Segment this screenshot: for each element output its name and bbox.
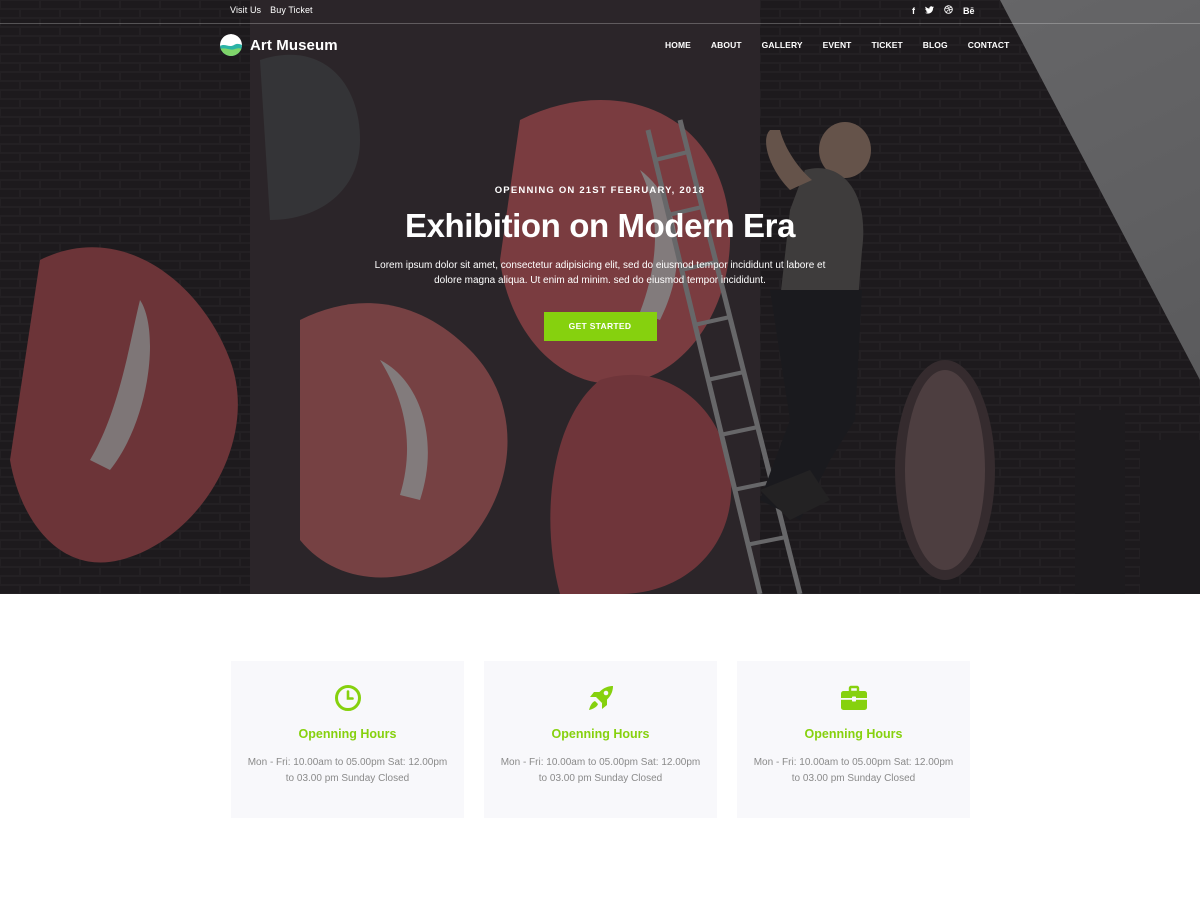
feature-text-line: Mon - Fri: 10.00am to 05.00pm Sat: 12.00…: [500, 757, 701, 768]
brand-name: Art Museum: [250, 36, 338, 54]
social-links: f Bē: [912, 5, 975, 17]
feature-title: Openning Hours: [551, 727, 650, 741]
feature-text-line: to 03.00 pm Sunday Closed: [538, 773, 663, 784]
nav-home[interactable]: HOME: [665, 40, 691, 50]
facebook-icon[interactable]: f: [912, 6, 915, 17]
feature-card: Openning Hours Mon - Fri: 10.00am to 05.…: [737, 661, 970, 818]
feature-text: Mon - Fri: 10.00am to 05.00pm Sat: 12.00…: [754, 755, 954, 787]
feature-card: Openning Hours Mon - Fri: 10.00am to 05.…: [231, 661, 464, 818]
nav-blog[interactable]: BLOG: [923, 40, 948, 50]
hero-content: OPENNING ON 21ST FEBRUARY, 2018 Exhibiti…: [0, 185, 1200, 341]
nav-ticket[interactable]: TICKET: [871, 40, 902, 50]
feature-text-line: Mon - Fri: 10.00am to 05.00pm Sat: 12.00…: [247, 757, 448, 768]
clock-icon: [334, 685, 361, 711]
brand-logo[interactable]: Art Museum: [220, 34, 338, 56]
hero-description-line: Lorem ipsum dolor sit amet, consectetur …: [374, 260, 826, 271]
nav-contact[interactable]: CONTACT: [968, 40, 1010, 50]
topbar-links: Visit Us Buy Ticket: [230, 5, 313, 15]
briefcase-icon: [840, 685, 867, 710]
dribbble-icon[interactable]: [944, 5, 953, 17]
visit-us-link[interactable]: Visit Us: [230, 5, 261, 15]
feature-text-line: Mon - Fri: 10.00am to 05.00pm Sat: 12.00…: [753, 757, 954, 768]
hero-description-line: dolore magna aliqua. Ut enim ad minim. s…: [434, 275, 766, 286]
hero-description: Lorem ipsum dolor sit amet, consectetur …: [360, 258, 840, 288]
nav-event[interactable]: EVENT: [823, 40, 852, 50]
feature-title: Openning Hours: [298, 727, 397, 741]
feature-text: Mon - Fri: 10.00am to 05.00pm Sat: 12.00…: [501, 755, 701, 787]
feature-text-line: to 03.00 pm Sunday Closed: [285, 773, 410, 784]
nav-about[interactable]: ABOUT: [711, 40, 742, 50]
hero-section: Visit Us Buy Ticket f Bē Art Museum HOME: [0, 0, 1200, 594]
feature-text-line: to 03.00 pm Sunday Closed: [791, 773, 916, 784]
nav-gallery[interactable]: GALLERY: [762, 40, 803, 50]
features-section: Openning Hours Mon - Fri: 10.00am to 05.…: [231, 661, 970, 818]
main-navbar: Art Museum HOME ABOUT GALLERY EVENT TICK…: [0, 24, 1200, 68]
feature-card: Openning Hours Mon - Fri: 10.00am to 05.…: [484, 661, 717, 818]
hero-title: Exhibition on Modern Era: [404, 207, 796, 244]
logo-icon: [220, 34, 242, 56]
feature-title: Openning Hours: [804, 727, 903, 741]
top-bar: Visit Us Buy Ticket f Bē: [0, 0, 1200, 24]
rocket-icon: [588, 686, 613, 710]
main-nav: HOME ABOUT GALLERY EVENT TICKET BLOG CON…: [665, 40, 1009, 50]
twitter-icon[interactable]: [925, 5, 934, 17]
get-started-button[interactable]: GET STARTED: [543, 312, 657, 341]
behance-icon[interactable]: Bē: [963, 6, 975, 17]
hero-subtitle: OPENNING ON 21ST FEBRUARY, 2018: [494, 185, 706, 196]
feature-text: Mon - Fri: 10.00am to 05.00pm Sat: 12.00…: [248, 755, 448, 787]
buy-ticket-link[interactable]: Buy Ticket: [270, 5, 313, 15]
